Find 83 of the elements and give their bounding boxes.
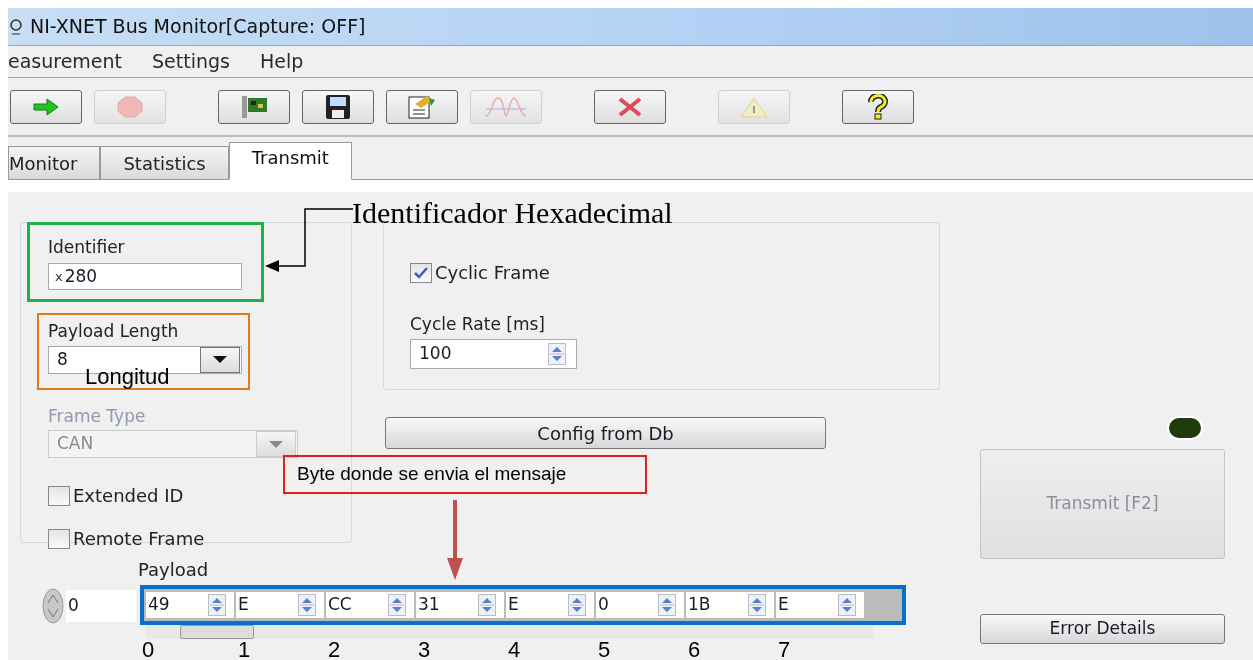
field-value: 0 — [68, 594, 79, 618]
checkbox-label: Cyclic Frame — [435, 261, 550, 285]
byte-index: 5 — [597, 639, 612, 660]
field-label: Identifier — [48, 236, 126, 259]
help-icon — [867, 93, 889, 120]
byte-value: 1B — [688, 593, 711, 617]
byte-field[interactable]: E — [506, 592, 594, 618]
warning-icon — [739, 95, 769, 118]
field-label: Payload Length — [48, 320, 180, 343]
byte-index: 6 — [687, 639, 702, 660]
field-label: Frame Type — [48, 404, 147, 428]
byte-index: 7 — [777, 639, 792, 660]
checkbox[interactable] — [48, 528, 70, 549]
index-field[interactable]: 0 — [66, 590, 136, 622]
byte-value: E — [778, 593, 789, 617]
toolbar-button[interactable] — [842, 89, 914, 124]
spinner-icon[interactable] — [568, 594, 586, 616]
field-value: 280 — [64, 264, 98, 288]
byte-value: E — [508, 593, 519, 617]
byte-field[interactable]: 1B — [686, 592, 774, 618]
caret-icon — [213, 356, 227, 363]
byte-index: 2 — [327, 639, 342, 660]
byte-value: CC — [328, 593, 352, 617]
byte-index: 1 — [237, 639, 252, 660]
field-value: 8 — [57, 347, 68, 371]
menu-item[interactable]: easurement — [8, 47, 123, 76]
byte-index: 4 — [507, 639, 522, 660]
tab[interactable]: Monitor — [8, 146, 101, 180]
spinner-icon[interactable] — [748, 594, 766, 616]
properties-icon — [407, 93, 437, 120]
payload-label: Payload — [138, 560, 210, 580]
checkbox[interactable] — [410, 262, 432, 283]
save-icon — [325, 93, 351, 120]
spinner-icon[interactable] — [298, 594, 316, 616]
config-button[interactable]: Config from Db — [385, 417, 826, 449]
byte-value: 49 — [148, 593, 170, 617]
menu-item[interactable]: Help — [260, 47, 304, 76]
byte-index: 0 — [141, 639, 156, 660]
spinner-icon[interactable] — [658, 594, 676, 616]
field-label: Cycle Rate [ms] — [410, 313, 546, 336]
card-icon — [239, 94, 269, 119]
identifier-note: Identificador Hexadecimal — [352, 195, 673, 231]
window-title: NI-XNET Bus Monitor[Capture: OFF] — [30, 14, 366, 40]
byte-value: 31 — [418, 593, 440, 617]
index-spinner-icon[interactable] — [42, 588, 64, 624]
byte-index: 3 — [417, 639, 432, 660]
byte-field[interactable]: 31 — [416, 592, 504, 618]
spinner-icon[interactable] — [388, 594, 406, 616]
tab[interactable]: Statistics — [100, 146, 229, 180]
byte-field[interactable]: CC — [326, 592, 414, 618]
byte-field[interactable]: E — [776, 592, 864, 618]
byte-value: E — [238, 593, 249, 617]
field-value: 100 — [419, 341, 452, 365]
spinner-icon[interactable] — [478, 594, 496, 616]
close-icon — [617, 95, 643, 118]
byte-field[interactable]: 0 — [596, 592, 684, 618]
byte-field[interactable]: 49 — [146, 592, 234, 618]
checkbox-label: Remote Frame — [73, 527, 205, 551]
app-icon — [10, 16, 22, 37]
field-value: CAN — [57, 432, 94, 456]
tab[interactable]: Transmit — [228, 142, 352, 180]
spinner-icon[interactable] — [208, 594, 226, 616]
checkbox[interactable] — [48, 485, 70, 506]
checkbox-label: Extended ID — [73, 484, 184, 508]
scroll-thumb[interactable] — [180, 625, 254, 639]
byte-value: 0 — [598, 593, 609, 617]
radix-label: x — [55, 267, 63, 286]
scrollbar[interactable] — [146, 625, 874, 639]
error-details-button[interactable]: Error Details — [980, 614, 1225, 644]
stop-icon — [117, 95, 143, 118]
byte-note: Byte donde se envia el mensaje — [283, 455, 647, 494]
check-icon — [414, 266, 428, 279]
menu-item[interactable]: Settings — [152, 47, 230, 76]
identifier-field[interactable]: x 280 — [48, 262, 242, 290]
spinner-icon[interactable] — [838, 594, 856, 616]
toolbar-button[interactable] — [302, 89, 374, 124]
cycle-rate-field[interactable]: 100 — [410, 338, 577, 369]
byte-field[interactable]: E — [236, 592, 324, 618]
caret-icon — [269, 440, 283, 448]
dropdown-button[interactable] — [200, 346, 240, 373]
wave-icon — [484, 95, 528, 118]
arrow-icon — [33, 97, 59, 116]
spinner-icon[interactable] — [548, 342, 566, 365]
